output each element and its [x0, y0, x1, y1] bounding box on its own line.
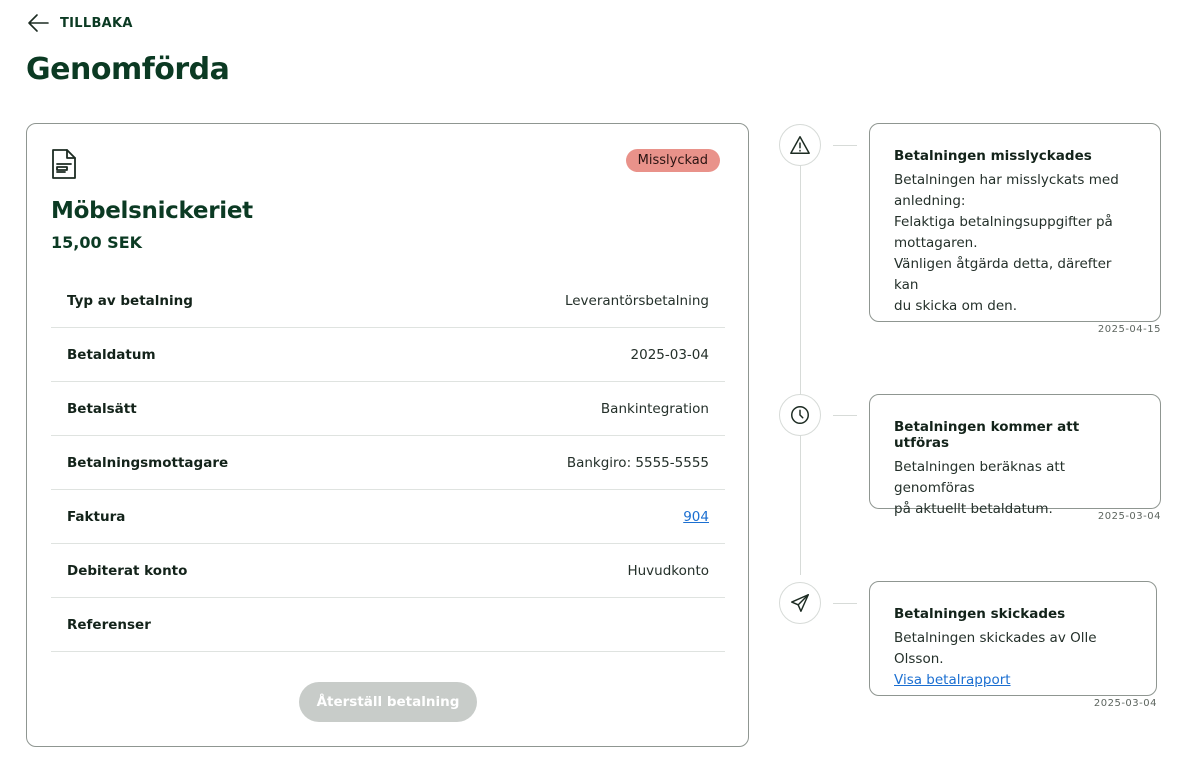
send-icon [791, 594, 809, 612]
timeline-line [800, 165, 801, 575]
detail-row-recipient: Betalningsmottagare Bankgiro: 5555-5555 [51, 436, 725, 490]
detail-value: Bankgiro: 5555-5555 [566, 454, 709, 471]
detail-row-invoice: Faktura 904 [51, 490, 725, 544]
event-sent: Betalningen skickades Betalningen skicka… [869, 581, 1157, 696]
back-link[interactable]: TILLBAKA [26, 12, 133, 34]
event-date: 2025-03-04 [1097, 511, 1161, 522]
arrow-left-icon [28, 14, 49, 32]
detail-label: Typ av betalning [67, 292, 193, 309]
detail-label: Referenser [67, 616, 151, 633]
detail-row-type: Typ av betalning Leverantörsbetalning [51, 274, 725, 328]
detail-label: Betalsätt [67, 400, 137, 417]
view-payment-report-link[interactable]: Visa betalrapport [894, 672, 1011, 688]
detail-value: Leverantörsbetalning [564, 292, 709, 309]
event-body: Betalningen har misslyckats med anlednin… [894, 172, 1119, 314]
payment-card: Misslyckad Möbelsnickeriet 15,00 SEK Typ… [26, 123, 749, 747]
event-scheduled: Betalningen kommer att utföras Betalning… [869, 394, 1161, 517]
invoice-link[interactable]: 904 [683, 509, 709, 525]
payee-name: Möbelsnickeriet [51, 198, 253, 224]
detail-label: Debiterat konto [67, 562, 188, 579]
event-title: Betalningen misslyckades [894, 148, 1092, 164]
event-title: Betalningen skickades [894, 606, 1066, 622]
event-date: 2025-03-04 [1093, 698, 1157, 709]
event-failed: Betalningen misslyckades Betalningen har… [869, 123, 1161, 322]
detail-label: Faktura [67, 508, 126, 525]
event-title: Betalningen kommer att utföras [894, 419, 1080, 451]
payment-amount: 15,00 SEK [51, 233, 143, 252]
detail-label: Betalningsmottagare [67, 454, 229, 471]
timeline-connector [833, 145, 857, 146]
clock-icon [791, 406, 809, 424]
detail-value: Bankintegration [600, 400, 709, 417]
timeline-connector [833, 603, 857, 604]
document-icon [52, 149, 76, 179]
warning-icon [790, 136, 810, 154]
detail-row-references: Referenser [51, 598, 725, 652]
event-body: Betalningen skickades av Olle Olsson. Vis… [894, 628, 1132, 691]
timeline-marker-failed [779, 124, 821, 166]
status-badge: Misslyckad [625, 149, 720, 172]
detail-label: Betaldatum [67, 346, 156, 363]
timeline-connector [833, 415, 857, 416]
detail-row-date: Betaldatum 2025-03-04 [51, 328, 725, 382]
timeline-marker-sent [779, 582, 821, 624]
event-body-text: Betalningen skickades av Olle Olsson. [894, 630, 1097, 667]
back-label: TILLBAKA [60, 15, 133, 31]
detail-value: 2025-03-04 [630, 346, 709, 363]
detail-value: Huvudkonto [627, 562, 709, 579]
event-date: 2025-04-15 [1097, 324, 1161, 335]
page-title: Genomförda [26, 52, 230, 87]
detail-row-account: Debiterat konto Huvudkonto [51, 544, 725, 598]
detail-value: 904 [683, 509, 709, 525]
restore-payment-button[interactable]: Återställ betalning [299, 682, 477, 722]
payment-details: Typ av betalning Leverantörsbetalning Be… [51, 274, 725, 652]
timeline-marker-scheduled [779, 394, 821, 436]
detail-row-method: Betalsätt Bankintegration [51, 382, 725, 436]
